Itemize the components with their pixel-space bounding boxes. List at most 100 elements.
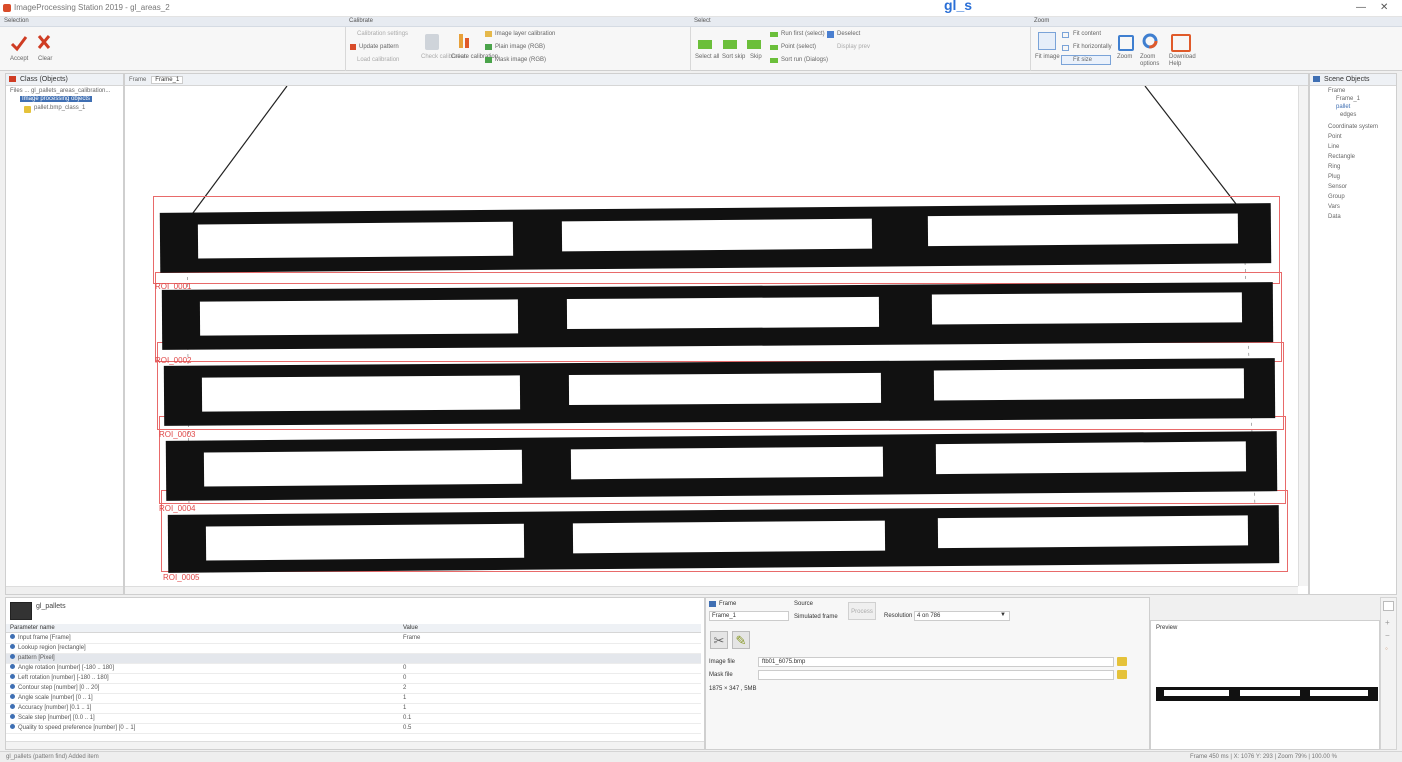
reset-icon[interactable]: ◦ — [1385, 644, 1388, 653]
pallet-slat — [163, 358, 1276, 426]
property-row[interactable]: Angle scale [number] [0 .. 1] 1 — [6, 694, 701, 704]
close-icon[interactable]: ✕ — [1380, 2, 1388, 13]
fit-image-button[interactable]: Fit image — [1035, 54, 1060, 61]
left-panel-scrollbar[interactable] — [6, 586, 123, 594]
property-row[interactable]: Lookup region [rectangle] — [6, 644, 701, 654]
title-link[interactable]: gl_s — [944, 0, 972, 13]
property-row[interactable]: Angle rotation [number] [-180 .. 180] 0 — [6, 664, 701, 674]
fit-image-icon[interactable] — [1038, 32, 1056, 50]
process-button[interactable]: Process — [848, 602, 876, 620]
minus-icon[interactable]: − — [1385, 631, 1390, 640]
sort-skip-button[interactable]: Sort skip — [722, 54, 745, 61]
image-canvas[interactable]: ROI_0001 ROI_0002 ROI_0003 ROI_0004 ROI_… — [125, 86, 1297, 586]
ribbon-group-label: Selection — [0, 17, 345, 27]
edit-icon[interactable]: ✎ — [732, 631, 750, 649]
scene-item[interactable]: edges — [1340, 112, 1356, 118]
mask-file-label: Mask file — [709, 672, 733, 678]
fit-size-button[interactable]: Fit size — [1073, 57, 1092, 64]
status-bar: gl_pallets (pattern find) Added item Fra… — [0, 751, 1402, 762]
property-row[interactable]: pattern [Pixel] — [6, 654, 701, 664]
skip-icon[interactable] — [747, 40, 761, 49]
bullet-icon — [10, 634, 15, 639]
property-row[interactable]: Input frame [Frame] Frame — [6, 634, 701, 644]
tree-item-pallet-class[interactable]: pallet.bmp_class_1 — [34, 105, 85, 111]
folder-icon[interactable] — [1117, 670, 1127, 679]
calibration-settings-button[interactable]: Calibration settings — [357, 31, 408, 38]
point-select-icon — [770, 45, 778, 50]
image-layer-calibration-button[interactable]: Image layer calibration — [495, 31, 555, 38]
zoom-options-icon[interactable] — [1142, 33, 1158, 49]
ribbon-group-label: Calibrate — [345, 17, 690, 27]
select-all-icon[interactable] — [698, 40, 712, 49]
scene-item[interactable]: Group — [1328, 194, 1345, 200]
property-row[interactable]: Contour step [number] [0 .. 20] 2 — [6, 684, 701, 694]
ribbon-group-select: Select Select all Sort skip Skip Run fir… — [690, 17, 1031, 71]
zoom-button[interactable]: Zoom — [1117, 54, 1132, 61]
scene-item[interactable]: Vars — [1328, 204, 1340, 210]
scene-item[interactable]: Line — [1328, 144, 1339, 150]
properties-scrollbar[interactable] — [6, 741, 704, 749]
scene-item[interactable]: Point — [1328, 134, 1342, 140]
scene-item[interactable]: Frame_1 — [1336, 96, 1360, 102]
scene-item[interactable]: Coordinate system — [1328, 124, 1378, 130]
tree-item-files[interactable]: Files ... gl_pallets_areas_calibration..… — [10, 88, 110, 94]
frame-section-label: Frame — [719, 601, 737, 607]
image-vertical-scrollbar[interactable] — [1298, 86, 1308, 586]
cut-icon[interactable]: ✂ — [710, 631, 728, 649]
scene-item[interactable]: Data — [1328, 214, 1341, 220]
scene-item[interactable]: Frame — [1328, 88, 1345, 94]
title-bar: ImageProcessing Station 2019 - gl_areas_… — [0, 0, 1402, 17]
zoom-options-button[interactable]: Zoom options — [1140, 54, 1164, 68]
display-prev-button[interactable]: Display prev — [837, 44, 870, 51]
tree-item-image-processing[interactable]: Image processing objects — [20, 96, 93, 102]
mask-image-button[interactable]: Mask image (RGB) — [495, 57, 546, 64]
chevron-down-icon[interactable]: ▼ — [1000, 612, 1006, 618]
minimize-icon[interactable]: — — [1356, 2, 1366, 13]
image-horizontal-scrollbar[interactable] — [125, 586, 1298, 594]
property-row[interactable]: Scale step [number] [0.0 .. 1] 0.1 — [6, 714, 701, 724]
download-help-icon[interactable] — [1171, 34, 1191, 52]
load-calibration-button[interactable]: Load calibration — [357, 57, 399, 64]
accept-icon[interactable] — [10, 34, 28, 52]
scene-item[interactable]: Ring — [1328, 164, 1340, 170]
property-row[interactable]: Left rotation [number] [-180 .. 180] 0 — [6, 674, 701, 684]
update-pattern-button[interactable]: Update pattern — [359, 44, 399, 51]
properties-header: Parameter name Value — [6, 624, 701, 633]
frame-value: Frame_1 — [712, 613, 737, 619]
scene-item[interactable]: pallet — [1336, 104, 1350, 110]
run-first-button[interactable]: Run first (select) — [781, 31, 825, 38]
clear-button[interactable]: Clear — [38, 56, 52, 63]
create-calibration-icon[interactable] — [457, 32, 471, 50]
select-all-button[interactable]: Select all — [695, 54, 719, 61]
panel-toggle-icon[interactable] — [1383, 601, 1394, 611]
scene-item[interactable]: Rectangle — [1328, 154, 1355, 160]
preview-thumbnail[interactable] — [1156, 687, 1378, 701]
fit-horizontally-button[interactable]: Fit horizontally — [1073, 44, 1112, 51]
clear-icon[interactable] — [36, 33, 52, 51]
plain-image-button[interactable]: Plain image (RGB) — [495, 44, 545, 51]
tab-frame-prefix[interactable]: Frame — [129, 77, 146, 83]
check-calibration-icon[interactable] — [425, 34, 439, 50]
skip-button[interactable]: Skip — [750, 54, 762, 61]
scene-item[interactable]: Sensor — [1328, 184, 1347, 190]
sort-skip-icon[interactable] — [723, 40, 737, 49]
folder-icon[interactable] — [1117, 657, 1127, 666]
tab-frame-1[interactable]: Frame_1 — [151, 76, 184, 84]
property-row[interactable]: Quality to speed preference [number] [0 … — [6, 724, 701, 734]
point-select-button[interactable]: Point (select) — [781, 44, 816, 51]
scene-item[interactable]: Plug — [1328, 174, 1340, 180]
fit-content-button[interactable]: Fit content — [1073, 31, 1101, 38]
image-file-field[interactable] — [758, 657, 1114, 667]
zoom-icon[interactable] — [1118, 35, 1134, 51]
mask-file-field[interactable] — [758, 670, 1114, 680]
download-help-button[interactable]: Download Help — [1169, 54, 1196, 68]
deselect-button[interactable]: Deselect — [837, 31, 860, 38]
property-row[interactable]: Accuracy [number] [0.1 .. 1] 1 — [6, 704, 701, 714]
bullet-icon — [10, 654, 15, 659]
update-pattern-icon[interactable] — [350, 44, 356, 50]
bullet-icon — [10, 664, 15, 669]
plain-image-icon — [485, 44, 492, 50]
plus-icon[interactable]: + — [1385, 618, 1390, 627]
sort-run-button[interactable]: Sort run (Dialogs) — [781, 57, 828, 64]
accept-button[interactable]: Accept — [10, 56, 28, 63]
